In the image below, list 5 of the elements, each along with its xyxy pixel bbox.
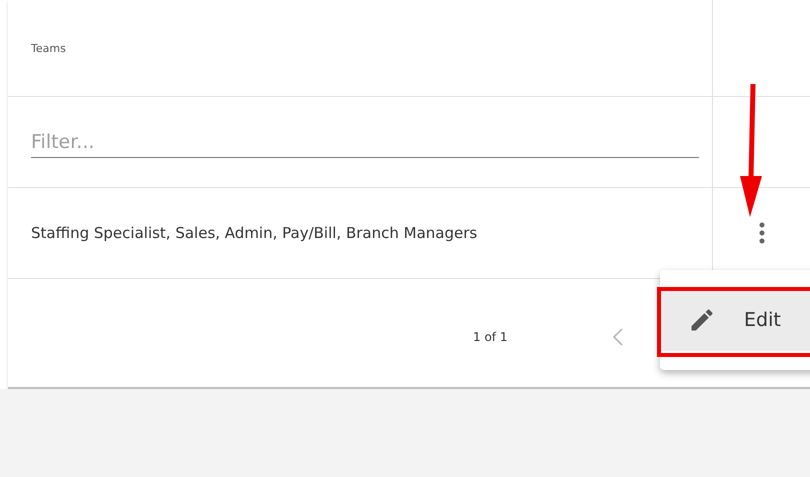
column-header: Teams (31, 42, 66, 54)
menu-item[interactable]: Edit (660, 289, 810, 351)
more-icon[interactable] (758, 221, 764, 245)
page-info: 1 of 1 (473, 330, 508, 344)
table-cell: Staffing Specialist, Sales, Admin, Pay/Bill, Branch Managers (31, 224, 478, 242)
